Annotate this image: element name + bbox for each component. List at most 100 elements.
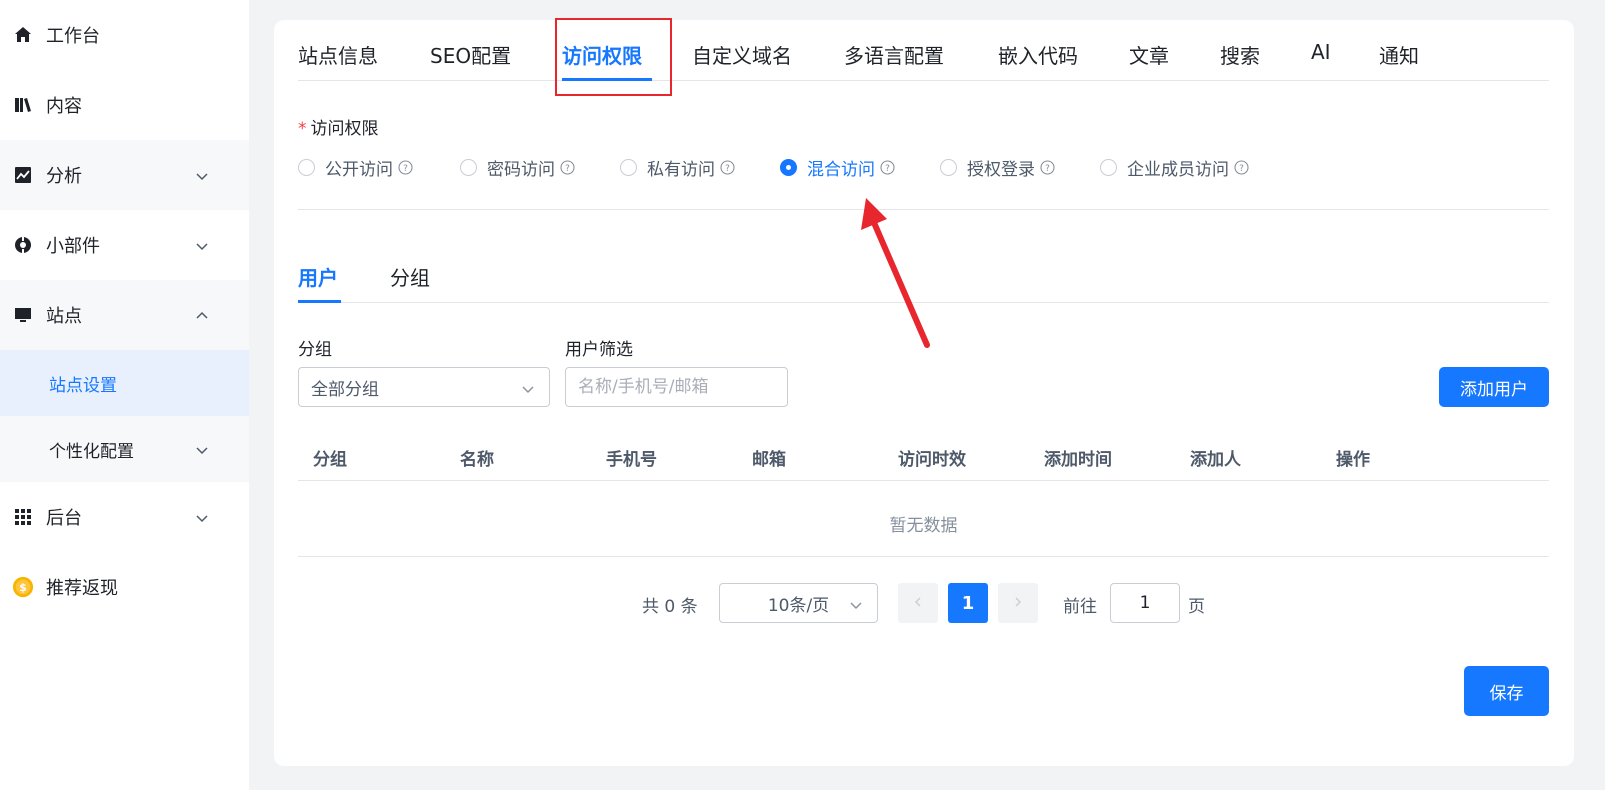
chevron-down-icon: [195, 238, 209, 252]
radio-public[interactable]: 公开访问 ?: [298, 155, 413, 180]
tab-access[interactable]: 访问权限: [562, 40, 642, 69]
sub-item-site-settings[interactable]: 站点设置: [0, 350, 249, 416]
subtab-groups[interactable]: 分组: [390, 262, 430, 291]
radio-circle-checked: [780, 159, 797, 176]
active-tab-indicator: [562, 78, 652, 81]
widget-icon: [12, 234, 34, 256]
radio-circle: [940, 159, 957, 176]
access-label-text: 访问权限: [310, 119, 379, 139]
tab-embed-code[interactable]: 嵌入代码: [998, 40, 1078, 69]
radio-circle: [460, 159, 477, 176]
column-header: 添加人: [1190, 450, 1241, 470]
nav-item-content[interactable]: 内容: [0, 70, 249, 140]
page-size-select[interactable]: 10条/页: [719, 583, 878, 623]
radio-mixed[interactable]: 混合访问 ?: [780, 155, 895, 180]
chevron-down-icon: [849, 597, 863, 611]
next-page-button[interactable]: [998, 583, 1038, 623]
column-header: 操作: [1336, 450, 1370, 470]
group-filter-label: 分组: [298, 340, 332, 360]
page-button-current[interactable]: 1: [948, 583, 988, 623]
group-select-value: 全部分组: [311, 379, 379, 400]
tab-seo[interactable]: SEO配置: [430, 40, 511, 69]
subtab-bar-line: [298, 302, 1549, 303]
column-header: 手机号: [606, 450, 657, 470]
top-tab-bar: 站点信息 SEO配置 访问权限 自定义域名 多语言配置 嵌入代码 文章 搜索 A…: [298, 20, 1549, 81]
chevron-right-icon: [1012, 593, 1024, 613]
radio-label: 企业成员访问: [1127, 160, 1229, 180]
section-divider: [298, 209, 1549, 210]
sub-item-label: 站点设置: [49, 375, 117, 396]
tab-site-info[interactable]: 站点信息: [298, 40, 378, 69]
radio-label: 混合访问: [807, 160, 875, 180]
radio-label: 密码访问: [487, 160, 555, 180]
chevron-up-icon: [195, 308, 209, 322]
sub-item-label: 个性化配置: [49, 441, 134, 462]
chevron-left-icon: [912, 593, 924, 613]
prev-page-button[interactable]: [898, 583, 938, 623]
books-icon: [12, 94, 34, 116]
chevron-down-icon: [195, 510, 209, 524]
radio-circle: [620, 159, 637, 176]
radio-private[interactable]: 私有访问 ?: [620, 155, 735, 180]
svg-text:$: $: [19, 581, 27, 594]
help-icon[interactable]: ?: [1234, 160, 1249, 175]
pagination-total: 共 0 条: [642, 597, 698, 617]
radio-circle: [298, 159, 315, 176]
chart-icon: [12, 164, 34, 186]
help-icon[interactable]: ?: [720, 160, 735, 175]
nav-item-workbench[interactable]: 工作台: [0, 0, 249, 70]
column-header: 名称: [460, 450, 494, 470]
table-bottom-border: [298, 556, 1549, 557]
radio-password[interactable]: 密码访问 ?: [460, 155, 575, 180]
save-button[interactable]: 保存: [1464, 666, 1549, 716]
user-search-input[interactable]: [565, 367, 788, 407]
svg-text:?: ?: [885, 164, 890, 174]
chevron-down-icon: [195, 442, 209, 462]
nav-item-site[interactable]: 站点: [0, 280, 249, 350]
column-header: 邮箱: [752, 450, 786, 470]
help-icon[interactable]: ?: [398, 160, 413, 175]
required-mark: *: [298, 119, 307, 139]
help-icon[interactable]: ?: [1040, 160, 1055, 175]
group-select[interactable]: 全部分组: [298, 367, 550, 407]
coin-icon: $: [12, 576, 34, 598]
add-user-button[interactable]: 添加用户: [1439, 367, 1549, 407]
radio-label: 公开访问: [325, 160, 393, 180]
radio-label: 私有访问: [647, 160, 715, 180]
nav-item-label: 小部件: [46, 236, 100, 257]
chevron-down-icon: [195, 168, 209, 182]
nav-item-analytics[interactable]: 分析: [0, 140, 249, 210]
table-header: 分组 名称 手机号 邮箱 访问时效 添加时间 添加人 操作: [298, 437, 1549, 481]
active-subtab-indicator: [298, 300, 341, 303]
svg-text:?: ?: [725, 164, 730, 174]
tab-articles[interactable]: 文章: [1129, 40, 1169, 69]
goto-label: 前往: [1063, 597, 1097, 617]
radio-enterprise[interactable]: 企业成员访问 ?: [1100, 155, 1249, 180]
nav-item-backend[interactable]: 后台: [0, 482, 249, 552]
home-icon: [12, 24, 34, 46]
tab-search[interactable]: 搜索: [1220, 40, 1260, 69]
nav-item-widgets[interactable]: 小部件: [0, 210, 249, 280]
tab-ai[interactable]: AI: [1311, 40, 1331, 64]
grid-icon: [12, 506, 34, 528]
radio-oauth[interactable]: 授权登录 ?: [940, 155, 1055, 180]
svg-text:?: ?: [1045, 164, 1050, 174]
subtab-users[interactable]: 用户: [298, 262, 338, 291]
page-suffix: 页: [1188, 597, 1205, 617]
nav-item-referral[interactable]: $ 推荐返现: [0, 552, 249, 622]
page-size-value: 10条/页: [767, 595, 830, 616]
tab-notifications[interactable]: 通知: [1379, 40, 1419, 69]
column-header: 分组: [313, 450, 347, 470]
table-empty-text: 暂无数据: [889, 516, 958, 536]
nav-item-label: 分析: [46, 166, 82, 187]
sub-item-personalization[interactable]: 个性化配置: [0, 416, 249, 482]
column-header: 访问时效: [898, 450, 966, 470]
tab-multilang[interactable]: 多语言配置: [844, 40, 944, 69]
goto-page-input[interactable]: [1110, 583, 1180, 623]
nav-item-label: 后台: [46, 508, 82, 529]
tab-custom-domain[interactable]: 自定义域名: [692, 40, 792, 69]
help-icon[interactable]: ?: [560, 160, 575, 175]
svg-text:?: ?: [1239, 164, 1244, 174]
help-icon[interactable]: ?: [880, 160, 895, 175]
nav-group-site: 站点 站点设置 个性化配置: [0, 280, 249, 482]
